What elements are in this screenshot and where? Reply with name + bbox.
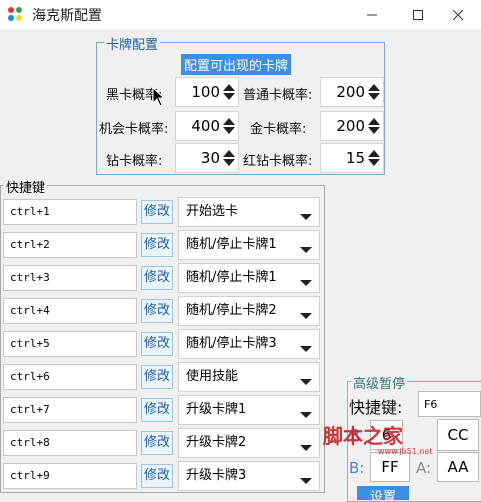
diamond-card-label: 钻卡概率: — [106, 154, 163, 169]
gold-card-label: 金卡概率: — [250, 122, 307, 137]
shortcut-edit-button[interactable]: 修改 — [141, 365, 173, 389]
shortcut-key-input[interactable]: ctrl+9 — [3, 463, 137, 489]
shortcut-action-label: 随机/停止卡牌1 — [186, 237, 277, 252]
chance-card-spinbox[interactable]: 400 — [175, 111, 239, 141]
shortcut-edit-button[interactable]: 修改 — [141, 200, 173, 224]
shortcut-action-label: 升级卡牌2 — [186, 435, 247, 450]
shortcut-action-label: 使用技能 — [186, 369, 239, 384]
normal-card-label: 普通卡概率: — [243, 88, 313, 103]
shortcut-edit-button[interactable]: 修改 — [141, 299, 173, 323]
card-config-banner: 配置可出现的卡牌 — [181, 54, 292, 75]
shortcut-action-label: 随机/停止卡牌3 — [186, 336, 277, 351]
shortcut-edit-button[interactable]: 修改 — [141, 464, 173, 488]
advanced-pause-legend: 高级暂停 — [351, 373, 408, 392]
app-icon — [8, 7, 24, 23]
black-card-value: 100 — [191, 83, 220, 101]
shortcut-action-select[interactable]: 使用技能 — [178, 362, 320, 392]
normal-card-value: 200 — [336, 83, 365, 101]
mouse-cursor-icon — [152, 87, 166, 107]
chevron-down-icon — [300, 379, 312, 385]
shortcut-action-select[interactable]: 开始选卡 — [178, 197, 320, 227]
pause-hotkey-input[interactable]: F6 — [418, 391, 481, 417]
spin-down-icon[interactable] — [368, 127, 380, 134]
red-diamond-card-spinbox[interactable]: 15 — [320, 143, 384, 173]
shortcut-action-select[interactable]: 升级卡牌2 — [178, 428, 320, 458]
chevron-down-icon — [300, 445, 312, 451]
spin-up-icon[interactable] — [223, 150, 235, 157]
shortcut-key-input[interactable]: ctrl+4 — [3, 298, 137, 324]
diamond-card-value: 30 — [200, 149, 220, 167]
shortcut-action-select[interactable]: 随机/停止卡牌3 — [178, 329, 320, 359]
shortcut-edit-button[interactable]: 修改 — [141, 233, 173, 257]
shortcut-action-select[interactable]: 随机/停止卡牌1 — [178, 230, 320, 260]
shortcut-key-input[interactable]: ctrl+3 — [3, 265, 137, 291]
gold-card-spinbox[interactable]: 200 — [320, 111, 384, 141]
chevron-down-icon — [300, 247, 312, 253]
window-title: 海克斯配置 — [32, 8, 102, 24]
spin-down-icon[interactable] — [223, 159, 235, 166]
shortcut-key-input[interactable]: ctrl+8 — [3, 430, 137, 456]
watermark-logo: 脚本之家 — [323, 420, 403, 449]
chevron-down-icon — [300, 280, 312, 286]
spin-down-icon[interactable] — [368, 93, 380, 100]
shortcut-key-input[interactable]: ctrl+7 — [3, 397, 137, 423]
spin-up-icon[interactable] — [368, 118, 380, 125]
chevron-down-icon — [300, 346, 312, 352]
shortcut-action-label: 升级卡牌3 — [186, 468, 247, 483]
close-icon[interactable] — [435, 0, 481, 30]
shortcut-edit-button[interactable]: 修改 — [141, 398, 173, 422]
watermark-url: www.jb51.net — [378, 447, 433, 456]
shortcut-action-select[interactable]: 随机/停止卡牌1 — [178, 263, 320, 293]
b-label: B: — [349, 459, 365, 477]
normal-card-spinbox[interactable]: 200 — [320, 77, 384, 107]
black-card-spinbox[interactable]: 100 — [175, 77, 239, 107]
spin-up-icon[interactable] — [223, 84, 235, 91]
shortcut-action-label: 随机/停止卡牌1 — [186, 270, 277, 285]
shortcut-action-select[interactable]: 升级卡牌3 — [178, 461, 320, 491]
b-value-input[interactable]: FF — [370, 452, 410, 482]
card-config-legend: 卡牌配置 — [104, 34, 161, 53]
chevron-down-icon — [300, 214, 312, 220]
gold-card-value: 200 — [336, 117, 365, 135]
watermark-text: 脚本之家 — [323, 424, 403, 448]
chance-card-value: 400 — [191, 117, 220, 135]
minimize-icon[interactable] — [349, 0, 395, 30]
spin-down-icon[interactable] — [368, 159, 380, 166]
shortcut-edit-button[interactable]: 修改 — [141, 431, 173, 455]
shortcuts-legend: 快捷键 — [4, 177, 48, 196]
shortcut-key-input[interactable]: ctrl+2 — [3, 232, 137, 258]
chance-card-label: 机会卡概率: — [99, 122, 169, 137]
diamond-card-spinbox[interactable]: 30 — [175, 143, 239, 173]
shortcut-key-input[interactable]: ctrl+5 — [3, 331, 137, 357]
chevron-down-icon — [300, 313, 312, 319]
shortcut-action-label: 开始选卡 — [186, 204, 239, 219]
spin-up-icon[interactable] — [368, 84, 380, 91]
title-bar: 海克斯配置 — [0, 0, 481, 30]
spin-up-icon[interactable] — [223, 118, 235, 125]
shortcut-key-input[interactable]: ctrl+1 — [3, 199, 137, 225]
shortcut-action-select[interactable]: 升级卡牌1 — [178, 395, 320, 425]
shortcut-key-input[interactable]: ctrl+6 — [3, 364, 137, 390]
red-diamond-card-label: 红钻卡概率: — [243, 154, 313, 169]
cc-value-input[interactable]: CC — [437, 419, 479, 451]
spin-down-icon[interactable] — [223, 127, 235, 134]
a-value-input[interactable]: AA — [437, 452, 479, 482]
chevron-down-icon — [300, 478, 312, 484]
shortcut-action-label: 随机/停止卡牌2 — [186, 303, 277, 318]
shortcut-edit-button[interactable]: 修改 — [141, 332, 173, 356]
chevron-down-icon — [300, 412, 312, 418]
shortcut-edit-button[interactable]: 修改 — [141, 266, 173, 290]
spin-down-icon[interactable] — [223, 93, 235, 100]
red-diamond-card-value: 15 — [345, 149, 365, 167]
set-button[interactable]: 设置 — [357, 486, 409, 500]
shortcut-action-select[interactable]: 随机/停止卡牌2 — [178, 296, 320, 326]
hotkey-label: 快捷键: — [349, 398, 403, 417]
shortcut-action-label: 升级卡牌1 — [186, 402, 247, 417]
a-label: A: — [416, 459, 432, 477]
spin-up-icon[interactable] — [368, 150, 380, 157]
